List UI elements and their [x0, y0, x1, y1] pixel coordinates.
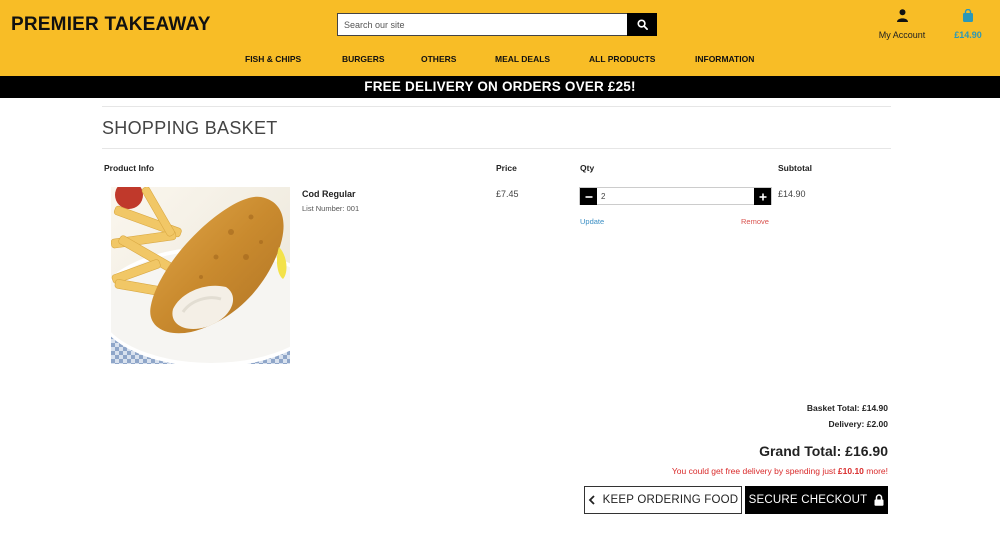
search-input[interactable] — [337, 13, 627, 36]
my-account-label: My Account — [878, 30, 926, 40]
fish-and-chips-photo — [111, 187, 290, 364]
keep-ordering-button[interactable]: KEEP ORDERING FOOD — [584, 486, 742, 514]
delivery-cost: Delivery: £2.00 — [828, 419, 888, 429]
divider — [102, 106, 891, 107]
decrease-quantity-button[interactable] — [580, 188, 597, 205]
free-delivery-message: You could get free delivery by spending … — [672, 466, 888, 476]
basket-total: Basket Total: £14.90 — [806, 403, 888, 413]
secure-checkout-label: SECURE CHECKOUT — [748, 494, 868, 506]
site-header: PREMIER TAKEAWAY My Account £14.90 FISH … — [0, 0, 1000, 76]
nav-item-meal-deals[interactable]: MEAL DEALS — [495, 54, 550, 64]
product-name[interactable]: Cod Regular — [302, 189, 356, 199]
lock-icon — [874, 494, 884, 506]
grand-total: Grand Total: £16.90 — [759, 443, 888, 459]
chevron-left-icon — [588, 495, 595, 505]
column-header-qty: Qty — [580, 163, 595, 173]
my-account-link[interactable]: My Account — [870, 9, 934, 40]
user-icon — [896, 9, 908, 22]
nav-item-burgers[interactable]: BURGERS — [342, 54, 385, 64]
minus-icon — [585, 195, 592, 198]
product-subtotal: £14.90 — [778, 189, 806, 199]
secure-checkout-button[interactable]: SECURE CHECKOUT — [745, 486, 888, 514]
main-nav: FISH & CHIPS BURGERS OTHERS MEAL DEALS A… — [0, 54, 1000, 68]
free-delivery-suffix: more! — [863, 466, 888, 476]
column-header-product: Product Info — [104, 163, 155, 173]
free-delivery-prefix: You could get free delivery by spending … — [671, 466, 838, 476]
nav-item-information[interactable]: INFORMATION — [695, 54, 754, 64]
update-link[interactable]: Update — [580, 217, 604, 226]
nav-item-fish-chips[interactable]: FISH & CHIPS — [245, 54, 301, 64]
quantity-stepper — [579, 187, 772, 205]
nav-item-others[interactable]: OTHERS — [421, 54, 456, 64]
increase-quantity-button[interactable] — [754, 188, 771, 205]
page-title: SHOPPING BASKET — [102, 118, 278, 138]
free-delivery-amount: £10.10 — [837, 466, 864, 476]
divider — [102, 148, 891, 149]
brand-logo[interactable]: PREMIER TAKEAWAY — [11, 14, 211, 36]
search-icon — [636, 19, 648, 30]
product-list-number: List Number: 001 — [302, 204, 360, 213]
shopping-bag-icon — [963, 8, 973, 22]
plus-icon — [759, 193, 766, 200]
promo-banner: FREE DELIVERY ON ORDERS OVER £25! — [0, 76, 1000, 98]
nav-item-all-products[interactable]: ALL PRODUCTS — [589, 54, 655, 64]
quantity-input[interactable] — [597, 188, 754, 204]
product-image[interactable] — [111, 187, 290, 364]
remove-link[interactable]: Remove — [741, 217, 769, 226]
column-header-subtotal: Subtotal — [778, 163, 812, 173]
basket-total-header: £14.90 — [954, 30, 982, 40]
column-header-price: Price — [496, 163, 517, 173]
basket-link[interactable]: £14.90 — [945, 8, 991, 40]
search-button[interactable] — [627, 13, 657, 36]
search-bar — [337, 13, 657, 36]
product-price: £7.45 — [496, 189, 519, 199]
keep-ordering-label: KEEP ORDERING FOOD — [602, 494, 739, 506]
